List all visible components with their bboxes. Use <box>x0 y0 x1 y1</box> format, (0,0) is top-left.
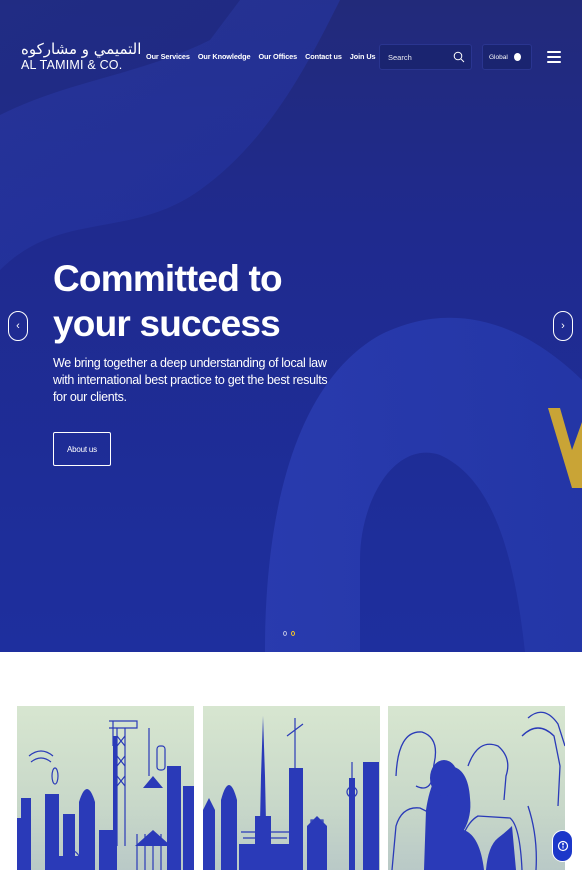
hamburger-menu-icon[interactable] <box>547 51 561 63</box>
hero-title-line-1: Committed to <box>53 258 283 299</box>
accessibility-icon <box>557 840 568 852</box>
hero-title-line-2: your success <box>53 303 281 344</box>
accessibility-button[interactable] <box>552 830 573 862</box>
al-tamimi-logo[interactable]: التميمي و مشاركوه AL TAMIMI & CO. <box>21 41 141 72</box>
nav-our-services[interactable]: Our Services <box>146 52 190 61</box>
hero-title: Committed to your success <box>53 256 313 346</box>
search-icon[interactable] <box>453 51 465 63</box>
construction-city-illustration <box>17 720 194 870</box>
nav-contact-us[interactable]: Contact us <box>305 52 342 61</box>
card-construction-city[interactable] <box>17 706 194 870</box>
slide-dot-2[interactable] <box>291 631 295 636</box>
nav-our-knowledge[interactable]: Our Knowledge <box>198 52 251 61</box>
page: التميمي و مشاركوه AL TAMIMI & CO. Our Se… <box>0 0 582 870</box>
prev-slide-button[interactable]: ‹ <box>8 311 28 341</box>
nav-our-offices[interactable]: Our Offices <box>258 52 297 61</box>
people-illustration <box>391 711 565 870</box>
logo-english-text: AL TAMIMI & CO. <box>21 58 123 72</box>
search-box <box>379 44 472 70</box>
nav-join-us[interactable]: Join Us <box>350 52 376 61</box>
region-label: Global <box>489 53 508 61</box>
chevron-right-icon: › <box>561 320 565 332</box>
hero-slider: التميمي و مشاركوه AL TAMIMI & CO. Our Se… <box>0 0 582 652</box>
region-selector[interactable]: Global <box>482 44 532 70</box>
main-nav: Our Services Our Knowledge Our Offices C… <box>146 52 376 61</box>
chevron-left-icon: ‹ <box>16 320 20 332</box>
about-us-button[interactable]: About us <box>53 432 111 466</box>
card-skyline[interactable] <box>203 706 380 870</box>
search-input[interactable] <box>388 52 450 62</box>
site-header: التميمي و مشاركوه AL TAMIMI & CO. Our Se… <box>0 0 582 110</box>
skyline-illustration <box>203 716 379 870</box>
globe-icon <box>514 53 521 61</box>
card-people[interactable] <box>388 706 565 870</box>
slide-dot-1[interactable] <box>283 631 287 636</box>
slider-pagination <box>283 631 295 636</box>
logo-arabic-text: التميمي و مشاركوه <box>21 40 142 58</box>
next-slide-button[interactable]: › <box>553 311 573 341</box>
hero-subtitle: We bring together a deep understanding o… <box>53 356 328 404</box>
